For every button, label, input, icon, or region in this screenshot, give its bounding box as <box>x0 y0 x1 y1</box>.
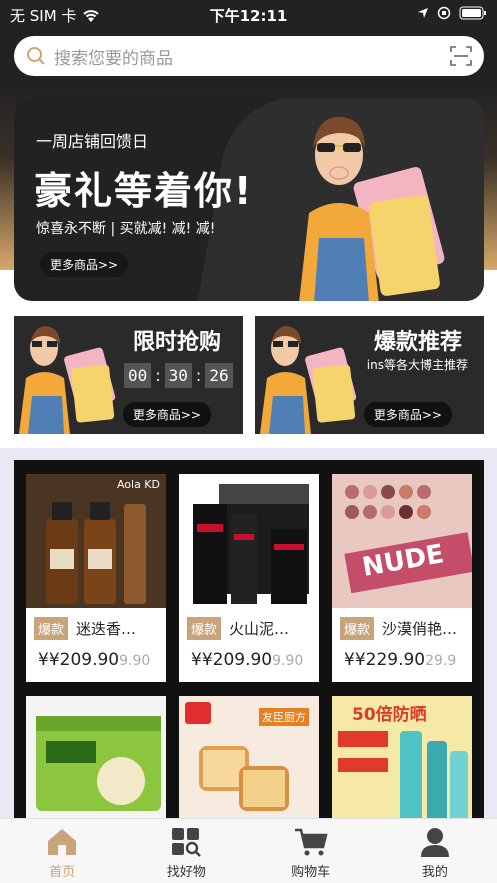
product-image: Aola KD <box>26 474 166 608</box>
product-image <box>179 474 319 608</box>
product-card[interactable]: Aola KD 爆款 迷迭香… ¥¥209.909.90 <box>26 474 166 682</box>
product-image <box>26 696 166 830</box>
product-grid-section: Aola KD 爆款 迷迭香… ¥¥209.909.90 爆款 火山泥… ¥¥2… <box>0 448 497 830</box>
flash-sale-more-button[interactable]: 更多商品>> <box>122 402 211 427</box>
search-input[interactable]: 搜索您要的商品 <box>54 44 450 69</box>
product-image: 友臣厨方 <box>179 696 319 830</box>
tab-discover[interactable]: 找好物 <box>124 819 248 883</box>
hero-subtitle: 一周店铺回馈日 <box>36 132 149 151</box>
price-value: ¥229.90 <box>354 650 426 670</box>
product-image: 50倍防晒 <box>332 696 472 830</box>
product-card[interactable]: 友臣厨方 <box>179 696 319 830</box>
tab-home-label: 首页 <box>49 865 76 880</box>
hot-picks-subtitle: ins等各大博主推荐 <box>366 358 468 372</box>
flash-sale-card[interactable]: 限时抢购 00: 30: 26 更多商品>> <box>14 316 243 434</box>
tab-home[interactable]: 首页 <box>0 819 124 883</box>
timer-seconds: 26 <box>205 363 233 388</box>
product-name: 沙漠俏艳… <box>382 620 458 638</box>
original-price: 29.9 <box>425 653 457 669</box>
hero-model-image <box>299 116 445 301</box>
home-icon <box>48 829 77 855</box>
product-card[interactable]: NUDE 爆款 沙漠俏艳… ¥¥229.9029.9 <box>332 474 472 682</box>
product-title: 爆款 迷迭香… <box>34 617 136 640</box>
tab-profile[interactable]: 我的 <box>373 819 497 883</box>
hero-banner[interactable]: 一周店铺回馈日 豪礼等着你! 惊喜永不断 | 买就减! 减! 减! 更多商品>> <box>14 98 484 301</box>
product-card[interactable]: 爆款 火山泥… ¥¥209.909.90 <box>179 474 319 682</box>
flash-sale-title: 限时抢购 <box>132 330 221 355</box>
hot-picks-card[interactable]: 爆款推荐 ins等各大博主推荐 更多商品>> <box>255 316 484 434</box>
bottom-tab-bar: 首页 找好物 购物车 我的 <box>0 818 497 883</box>
flash-sale-image <box>19 326 116 434</box>
discover-icon <box>172 828 202 857</box>
product-card[interactable]: 50倍防晒 <box>332 696 472 830</box>
original-price: 9.90 <box>272 653 304 669</box>
hot-picks-more-button[interactable]: 更多商品>> <box>363 402 452 427</box>
hot-tag: 爆款 <box>187 617 222 640</box>
product-name: 火山泥… <box>229 620 290 638</box>
cart-icon <box>294 828 328 856</box>
original-price: 9.90 <box>119 653 151 669</box>
tab-discover-label: 找好物 <box>166 865 206 880</box>
hero-tagline: 惊喜永不断 | 买就减! 减! 减! <box>36 221 216 237</box>
price-prefix: ¥ <box>38 650 49 670</box>
product-price: ¥¥209.909.90 <box>38 650 150 670</box>
tab-cart-label: 购物车 <box>291 865 331 880</box>
product-price: ¥¥229.9029.9 <box>344 650 456 670</box>
search-bar[interactable]: 搜索您要的商品 <box>14 36 484 76</box>
battery-icon <box>459 6 486 20</box>
product-card[interactable] <box>26 696 166 830</box>
tab-cart[interactable]: 购物车 <box>249 819 373 883</box>
countdown-timer: 00: 30: 26 <box>124 363 233 388</box>
hero-title: 豪礼等着你! <box>34 169 254 213</box>
location-icon <box>418 8 428 18</box>
hot-picks-image <box>260 326 357 434</box>
price-value: ¥209.90 <box>201 650 273 670</box>
product-grid: Aola KD 爆款 迷迭香… ¥¥209.909.90 爆款 火山泥… ¥¥2… <box>14 460 484 830</box>
product-title: 爆款 火山泥… <box>187 617 289 640</box>
orientation-lock-icon <box>437 6 451 20</box>
search-header: 搜索您要的商品 <box>0 30 497 85</box>
price-prefix: ¥ <box>344 650 355 670</box>
timer-hours: 00 <box>124 363 152 388</box>
tab-profile-label: 我的 <box>421 865 448 880</box>
product-image: NUDE <box>332 474 472 608</box>
profile-icon <box>420 828 449 857</box>
status-bar: 无 SIM 卡 下午12:11 <box>0 0 497 30</box>
hot-picks-title: 爆款推荐 <box>373 330 462 355</box>
hero-more-button[interactable]: 更多商品>> <box>40 252 129 277</box>
price-value: ¥209.90 <box>48 650 120 670</box>
product-price: ¥¥209.909.90 <box>191 650 303 670</box>
search-icon <box>27 47 45 65</box>
price-prefix: ¥ <box>191 650 202 670</box>
product-title: 爆款 沙漠俏艳… <box>340 617 457 640</box>
scan-icon[interactable] <box>450 45 472 67</box>
hot-tag: 爆款 <box>34 617 69 640</box>
hot-tag: 爆款 <box>340 617 375 640</box>
timer-minutes: 30 <box>164 363 192 388</box>
product-name: 迷迭香… <box>76 620 137 638</box>
